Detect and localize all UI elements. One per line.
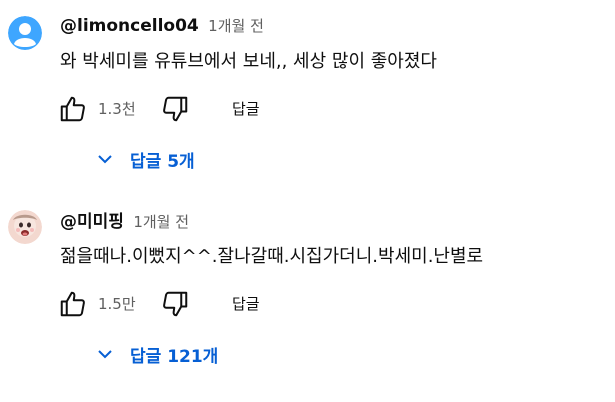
comment-time[interactable]: 1개월 전: [133, 213, 189, 231]
comment-time[interactable]: 1개월 전: [208, 17, 264, 35]
comment-header: @limoncello04 1개월 전: [60, 15, 264, 37]
chevron-down-icon: [98, 155, 112, 164]
dislike-button[interactable]: [160, 288, 192, 320]
avatar[interactable]: [8, 210, 42, 244]
view-replies-button[interactable]: 답글 121개: [96, 340, 218, 368]
dislike-button[interactable]: [160, 93, 192, 125]
thumb-up-icon: [60, 291, 85, 317]
like-count: 1.5만: [98, 295, 136, 313]
illustrated-character-avatar-icon: [8, 210, 42, 244]
replies-count-label: 답글 121개: [130, 346, 219, 367]
thumb-down-icon: [163, 291, 188, 317]
like-button[interactable]: [58, 93, 90, 125]
comment-header: @미미핑 1개월 전: [60, 211, 189, 233]
thumb-down-icon: [163, 96, 188, 122]
thumb-up-icon: [60, 96, 85, 122]
like-count: 1.3천: [98, 100, 136, 118]
chevron-down-icon: [98, 350, 112, 359]
like-button[interactable]: [58, 288, 90, 320]
comment-author[interactable]: @미미핑: [60, 212, 124, 232]
comment-text: 와 박세미를 유튜브에서 보네,, 세상 많이 좋아졌다: [60, 51, 437, 72]
view-replies-button[interactable]: 답글 5개: [96, 145, 195, 173]
replies-count-label: 답글 5개: [130, 151, 195, 172]
comment-text: 젊을때나.이뻤지^^.잘나갈때.시집가더니.박세미.난별로: [60, 246, 484, 267]
avatar[interactable]: [8, 16, 42, 50]
comment-author[interactable]: @limoncello04: [60, 16, 199, 36]
reply-button[interactable]: 답글: [232, 99, 260, 119]
reply-button[interactable]: 답글: [232, 294, 260, 314]
default-person-avatar-icon: [8, 16, 42, 50]
